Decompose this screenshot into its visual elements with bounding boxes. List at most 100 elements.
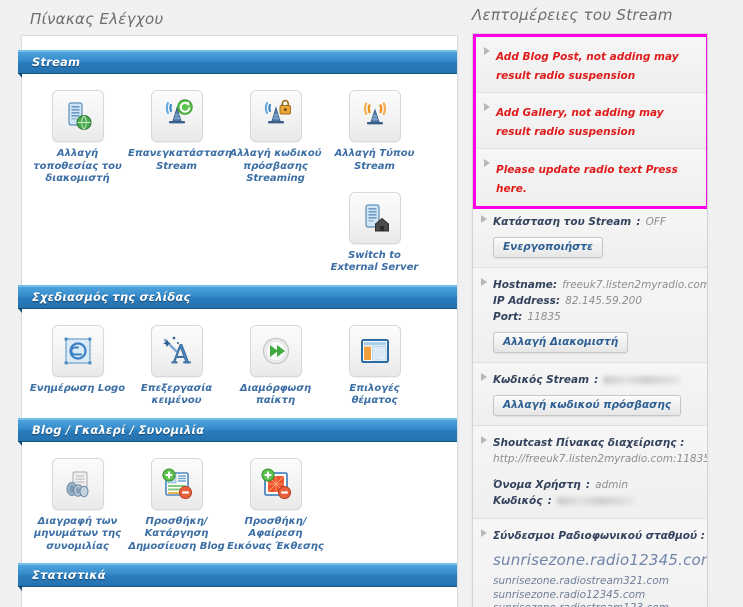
alert-text: Add Blog Post, not adding may result rad…	[496, 51, 679, 82]
radio-links-label: Σύνδεσμοι Ραδιοφωνικού σταθμού :	[493, 530, 705, 542]
antenna-lock-icon	[249, 90, 302, 142]
play-forward-icon	[249, 324, 302, 377]
radio-link-primary[interactable]: sunrisezone.radio12345.com	[493, 549, 707, 571]
logo-image-icon	[51, 324, 104, 377]
page-title-left: Πίνακας Ελέγχου	[30, 10, 164, 28]
tile-add-remove-blog-post[interactable]: Προσθήκη/ Κατάργηση Δημοσίευση Blog	[127, 454, 226, 554]
section-body-page-design: Ενημέρωση Logo A Επεξεργασία κειμένου Δι…	[22, 308, 457, 418]
stream-details-container: Add Blog Post, not adding may result rad…	[472, 33, 708, 607]
tile-label: Αλλαγή τοποθεσίας του διακομιστή	[33, 148, 122, 184]
antenna-refresh-icon	[150, 90, 203, 142]
stream-password-label: Κωδικός Stream	[493, 374, 590, 386]
section-title: Stream	[32, 55, 81, 69]
tile-row: Διαγραφή των μηνυμάτων της συνομιλίας Πρ…	[28, 454, 451, 554]
tile-configure-player[interactable]: Διαμόρφωση παίκτη	[226, 321, 325, 408]
alert-text: Add Gallery, not adding may result radio…	[496, 107, 664, 138]
detail-stream-password: Κωδικός Stream : Αλλαγή κωδικού πρόσβαση…	[473, 363, 707, 426]
tile-label: Προσθήκη/ Αφαίρεση Εικόνας Έκθεσης	[227, 515, 324, 552]
tile-delete-chat-messages[interactable]: Διαγραφή των μηνυμάτων της συνομιλίας	[28, 454, 127, 554]
admin-password-separator: :	[547, 495, 552, 507]
theme-layout-icon	[348, 324, 401, 377]
tile-add-remove-gallery-image[interactable]: Προσθήκη/ Αφαίρεση Εικόνας Έκθεσης	[226, 454, 325, 554]
tile-row: Ενημέρωση Logo A Επεξεργασία κειμένου Δι…	[28, 321, 451, 408]
radio-link-alt-1[interactable]: sunrisezone.radiostream321.com	[493, 575, 699, 589]
dashboard-page: Πίνακας Ελέγχου Λεπτομέρειες του Stream …	[0, 0, 743, 607]
bullet-icon	[481, 373, 487, 381]
tile-label: Επανεγκατάσταση Stream	[128, 148, 232, 172]
change-password-button[interactable]: Αλλαγή κωδικού πρόσβασης	[493, 395, 682, 416]
bullet-icon	[481, 215, 487, 223]
stream-status-value: OFF	[645, 216, 666, 228]
server-globe-icon	[51, 90, 104, 142]
radio-link-alt-3[interactable]: sunrisezone.radiostream123.com	[493, 602, 699, 607]
text-wand-icon: A	[150, 324, 203, 377]
section-title: Στατιστικά	[32, 568, 106, 582]
tile-label: Επεξεργασία κειμένου	[140, 382, 213, 407]
tile-row: Switch to External Server	[28, 188, 451, 275]
section-title: Σχεδιασμός της σελίδας	[32, 289, 191, 304]
tile-change-stream-type[interactable]: Αλλαγή Τύπου Stream	[325, 86, 424, 186]
tile-row: Αλλαγή τοποθεσίας του διακομιστή Επανεγκ…	[28, 86, 451, 186]
alert-add-blog-post[interactable]: Add Blog Post, not adding may result rad…	[476, 37, 706, 93]
tile-change-streaming-password[interactable]: Αλλαγή κωδικού πρόσβασης Streaming	[226, 86, 325, 186]
control-panel-container: Stream Αλλαγή τοποθεσίας του διακομιστή …	[18, 35, 458, 607]
alert-add-gallery[interactable]: Add Gallery, not adding may result radio…	[476, 93, 706, 149]
tile-label: Αλλαγή Τύπου Stream	[334, 148, 415, 172]
section-header-stream: Stream	[18, 50, 457, 78]
section-header-statistics: Στατιστικά	[18, 563, 457, 591]
admin-password-masked-value	[556, 497, 635, 505]
server-home-icon	[348, 191, 401, 244]
alerts-highlight-block: Add Blog Post, not adding may result rad…	[473, 34, 707, 209]
username-value: admin	[595, 479, 629, 491]
tile-edit-text[interactable]: A Επεξεργασία κειμένου	[127, 321, 226, 408]
bullet-icon	[481, 436, 487, 444]
section-header-blog-gallery-chat: Blog / Γκαλερί / Συνομιλία	[18, 417, 457, 446]
activate-button[interactable]: Ενεργοποιήστε	[493, 237, 603, 258]
stream-status-separator: :	[636, 216, 641, 228]
admin-password-label: Κωδικός	[493, 495, 543, 507]
detail-stream-status: Κατάσταση του Stream : OFF Ενεργοποιήστε	[473, 205, 707, 268]
detail-shoutcast-admin: Shoutcast Πίνακας διαχείρισης : http://f…	[473, 426, 707, 519]
section-body-stream: Αλλαγή τοποθεσίας του διακομιστή Επανεγκ…	[22, 74, 457, 285]
alert-update-radio-text[interactable]: Please update radio text Press here.	[476, 149, 706, 206]
port-label: Port:	[493, 311, 523, 323]
section-body-blog-gallery-chat: Διαγραφή των μηνυμάτων της συνομιλίας Πρ…	[22, 441, 457, 563]
stream-password-separator: :	[594, 374, 599, 386]
bullet-icon	[481, 278, 487, 286]
chat-delete-icon	[51, 457, 104, 510]
antenna-orange-icon	[348, 90, 401, 142]
bullet-icon	[484, 103, 490, 111]
detail-radio-links: Σύνδεσμοι Ραδιοφωνικού σταθμού : sunrise…	[473, 519, 707, 607]
bullet-icon	[484, 47, 490, 55]
alert-text: Please update radio text Press here.	[496, 164, 678, 195]
tile-label: Ενημέρωση Logo	[29, 382, 126, 394]
tile-label: Switch to External Server	[330, 249, 419, 274]
tile-label: Επιλογές θέματος	[349, 382, 400, 407]
radio-link-alt-2[interactable]: sunrisezone.radio12345.com	[493, 589, 699, 603]
tile-switch-to-external-server[interactable]: Switch to External Server	[325, 188, 424, 275]
shoutcast-admin-label: Shoutcast Πίνακας διαχείρισης :	[493, 437, 685, 449]
hostname-value: freeuk7.listen2myradio.com	[562, 279, 708, 291]
stream-password-masked-value	[603, 376, 682, 384]
tile-label: Διαμόρφωση παίκτη	[239, 382, 312, 407]
tile-label: Αλλαγή κωδικού πρόσβασης Streaming	[229, 148, 322, 184]
tile-theme-options[interactable]: Επιλογές θέματος	[325, 321, 424, 408]
section-title: Blog / Γκαλερί / Συνομιλία	[32, 422, 205, 437]
tile-reinstall-stream[interactable]: Επανεγκατάσταση Stream	[127, 86, 232, 186]
shoutcast-admin-url[interactable]: http://freeuk7.listen2myradio.com:11835/…	[493, 453, 707, 465]
tile-label: Διαγραφή των μηνυμάτων της συνομιλίας	[33, 515, 122, 552]
page-title-right: Λεπτομέρειες του Stream	[472, 6, 673, 24]
username-separator: :	[585, 479, 591, 491]
stream-status-label: Κατάσταση του Stream	[493, 216, 632, 228]
tile-change-server-location[interactable]: Αλλαγή τοποθεσίας του διακομιστή	[28, 86, 127, 186]
blog-add-remove-icon	[150, 457, 203, 510]
tile-update-logo[interactable]: Ενημέρωση Logo	[28, 321, 127, 408]
bullet-icon	[481, 529, 487, 537]
bullet-icon	[484, 159, 490, 167]
username-label: Όνομα Χρήστη	[493, 479, 581, 491]
ip-address-value: 82.145.59.200	[565, 295, 643, 307]
gallery-add-remove-icon	[249, 457, 302, 510]
section-header-page-design: Σχεδιασμός της σελίδας	[18, 284, 457, 313]
change-server-button[interactable]: Αλλαγή Διακομιστή	[493, 332, 629, 353]
detail-server-info: Hostname: freeuk7.listen2myradio.com IP …	[473, 268, 707, 363]
